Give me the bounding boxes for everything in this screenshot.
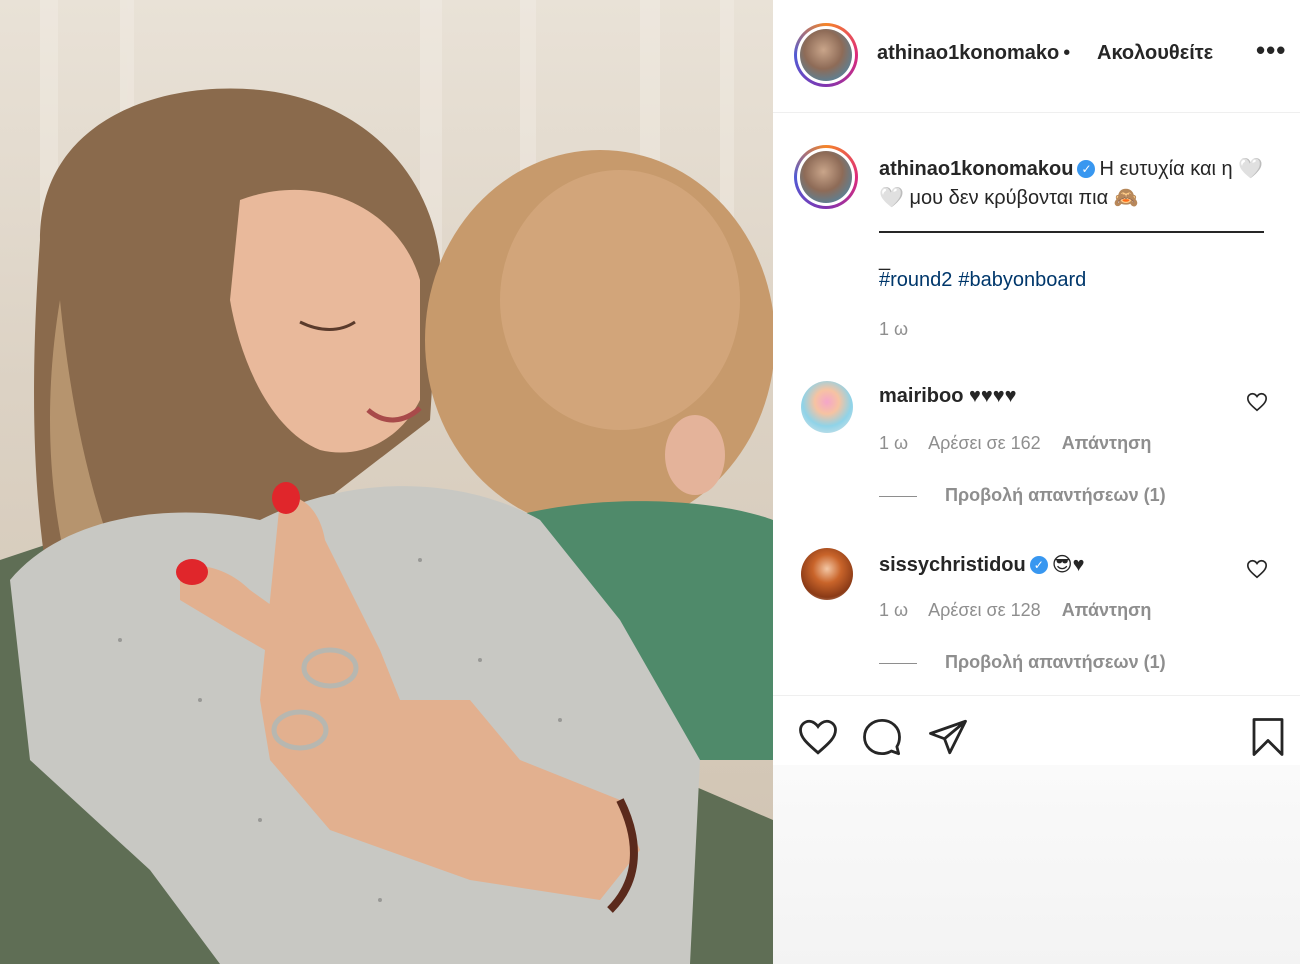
comment-text: ♥♥♥♥ — [969, 385, 1017, 407]
hashtags: #round2 #babyonboard — [879, 269, 1092, 292]
comment-time: 1 ω — [879, 433, 909, 453]
verified-badge-icon: ✓ — [1029, 556, 1048, 574]
divider-line — [879, 231, 1264, 233]
replies-divider — [879, 495, 917, 497]
view-replies-label: Προβολή απαντήσεων (1) — [945, 485, 1166, 505]
photo-illustration — [0, 0, 773, 964]
verified-badge-icon: ✓ — [1077, 160, 1096, 178]
reply-button[interactable]: Απάντηση — [1062, 433, 1152, 453]
avatar[interactable] — [801, 548, 853, 600]
comment-text: 😎♥ — [1051, 554, 1085, 576]
red-nail — [272, 482, 300, 514]
post-header: athinao1konomako • Ακολουθείτε ••• — [773, 0, 1300, 113]
header-separator: • — [1063, 42, 1071, 64]
comment-item: sissychristidou ✓ 😎♥ 1 ω Αρέσει σε 128 Απά… — [773, 548, 1300, 698]
hashtag-link[interactable]: #babyonboard — [958, 269, 1086, 291]
avatar[interactable] — [794, 23, 858, 87]
heart-icon[interactable] — [1246, 558, 1268, 580]
bookmark-icon[interactable] — [1247, 716, 1289, 758]
heart-icon[interactable] — [1246, 391, 1268, 413]
panel-footer-area — [773, 765, 1300, 964]
post-photo[interactable] — [0, 0, 773, 964]
view-replies-label: Προβολή απαντήσεων (1) — [945, 652, 1166, 672]
comment-likes[interactable]: Αρέσει σε 162 — [928, 433, 1041, 453]
reply-button[interactable]: Απάντηση — [1062, 600, 1152, 620]
follow-status-button[interactable]: Ακολουθείτε — [1097, 42, 1213, 65]
ellipsis-icon[interactable]: ••• — [1256, 37, 1286, 68]
heart-icon[interactable] — [797, 716, 839, 758]
post-side-panel: athinao1konomako • Ακολουθείτε ••• athina… — [773, 0, 1300, 964]
view-replies-button[interactable]: Προβολή απαντήσεων (1) — [879, 485, 1166, 506]
comment-likes[interactable]: Αρέσει σε 128 — [928, 600, 1041, 620]
avatar[interactable] — [801, 381, 853, 433]
replies-divider — [879, 662, 917, 664]
red-nail — [176, 559, 208, 585]
caption-text: athinao1konomakou ✓ Η ευτυχία και η 🤍🤍 μου… — [879, 155, 1279, 213]
comment-item: mairiboo ♥♥♥♥ 1 ω Αρέσει σε 162 Απάντηση… — [773, 381, 1300, 531]
comment-icon[interactable] — [861, 716, 903, 758]
comment-username[interactable]: mairiboo — [879, 385, 963, 407]
view-replies-button[interactable]: Προβολή απαντήσεων (1) — [879, 652, 1166, 673]
hashtag-link[interactable]: #round2 — [879, 269, 952, 291]
caption-avatar[interactable] — [794, 145, 858, 209]
comment-username[interactable]: sissychristidou — [879, 554, 1026, 576]
header-username[interactable]: athinao1konomako — [877, 42, 1059, 64]
baby-ear — [665, 415, 725, 495]
caption-timestamp: 1 ω — [879, 319, 909, 339]
share-icon[interactable] — [927, 716, 969, 758]
action-bar — [773, 695, 1300, 765]
comment-time: 1 ω — [879, 600, 909, 620]
caption-username[interactable]: athinao1konomakou — [879, 158, 1073, 180]
